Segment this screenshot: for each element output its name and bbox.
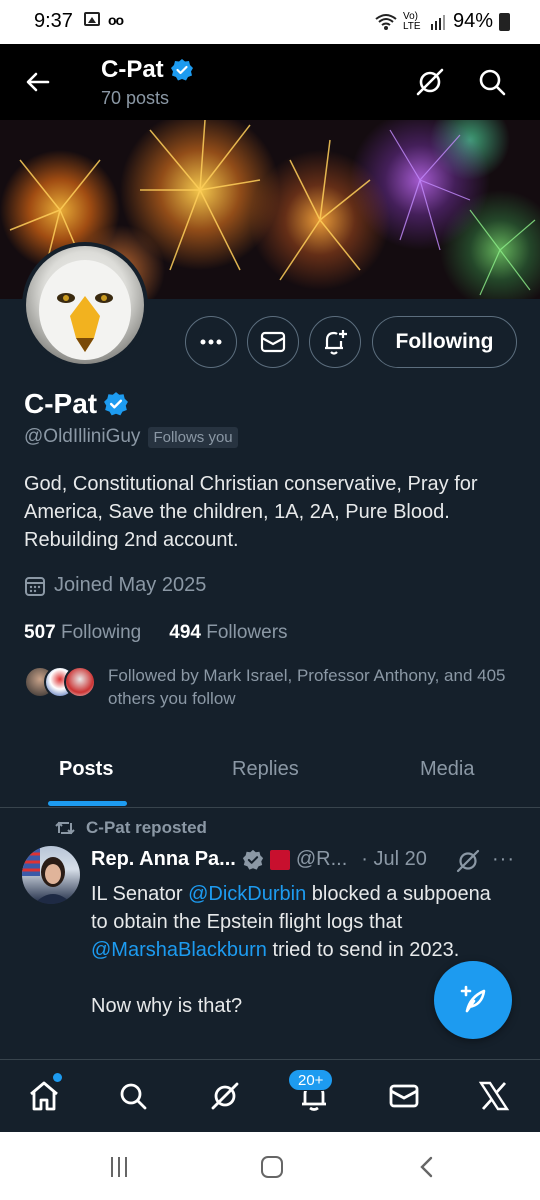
followed-by-row[interactable]: Followed by Mark Israel, Professor Antho…: [24, 664, 524, 714]
post-date: · Jul 20: [361, 848, 427, 870]
followers-count-link[interactable]: 494 Followers: [169, 622, 287, 644]
back-button[interactable]: [417, 1156, 437, 1178]
following-count: 507: [24, 622, 56, 643]
more-icon: [200, 339, 222, 345]
header-posts-count: 70 posts: [101, 88, 170, 108]
compose-post-button[interactable]: [434, 961, 512, 1039]
post-text-part: IL Senator: [91, 883, 189, 905]
profile-tabs: Posts Replies Media: [0, 740, 540, 808]
grok-icon[interactable]: [455, 848, 481, 874]
profile-handle-row: @OldIlliniGuy Follows you: [24, 426, 238, 448]
profile-avatar[interactable]: [22, 242, 148, 368]
status-notification-icons: oo: [84, 12, 124, 28]
repost-indicator: C-Pat reposted: [54, 818, 207, 838]
profile-bio: God, Constitutional Christian conservati…: [24, 473, 478, 551]
x-logo-icon[interactable]: [478, 1080, 510, 1112]
home-icon[interactable]: [28, 1080, 60, 1112]
battery-percent: 94%: [452, 10, 493, 32]
header-name: C-Pat: [101, 56, 164, 83]
gallery-icon: [84, 12, 100, 26]
wifi-icon: [375, 13, 397, 30]
follow-counts: 507 Following 494 Followers: [24, 622, 288, 644]
back-arrow-icon[interactable]: [22, 66, 54, 98]
tab-posts[interactable]: Posts: [59, 758, 113, 781]
active-tab-indicator: [48, 801, 127, 806]
followed-by-text: Followed by Mark Israel, Professor Antho…: [108, 666, 506, 708]
more-options-button[interactable]: [185, 316, 237, 368]
profile-handle: @OldIlliniGuy: [24, 426, 141, 447]
search-icon[interactable]: [117, 1080, 149, 1112]
signal-icon: [430, 14, 445, 30]
verified-badge-icon: [242, 849, 263, 870]
android-navigation-bar: [0, 1132, 540, 1200]
search-icon[interactable]: [476, 66, 508, 98]
recent-apps-button[interactable]: [111, 1157, 133, 1179]
battery-icon: [499, 12, 510, 31]
tab-media[interactable]: Media: [420, 758, 474, 781]
message-button[interactable]: [247, 316, 299, 368]
bottom-navigation: 20+: [0, 1059, 540, 1132]
affiliation-badge-icon: [269, 849, 290, 870]
status-right: Vo) LTE 94%: [375, 10, 510, 33]
profile-name: C-Pat: [24, 388, 98, 419]
repost-label: C-Pat reposted: [86, 818, 207, 837]
notifications-subscribe-button[interactable]: [309, 316, 361, 368]
post-more-button[interactable]: ···: [492, 848, 515, 871]
compose-icon: [460, 985, 486, 1013]
status-bar: 9:37 oo Vo) LTE 94%: [0, 0, 540, 44]
follows-you-badge: Follows you: [148, 426, 238, 448]
joined-date: Joined May 2025: [54, 574, 207, 596]
followers-count: 494: [169, 622, 201, 643]
following-button[interactable]: Following: [372, 316, 517, 368]
post-author-avatar[interactable]: [22, 846, 80, 904]
eagle-avatar-image: [26, 246, 144, 364]
header-title: C-Pat: [101, 56, 194, 84]
followers-label: Followers: [206, 622, 288, 643]
post-author-handle: @R...: [295, 848, 348, 870]
follower-avatar: [64, 666, 96, 698]
home-button[interactable]: [261, 1156, 283, 1178]
mention-link[interactable]: @MarshaBlackburn: [91, 939, 267, 961]
grok-icon[interactable]: [209, 1080, 241, 1112]
following-count-link[interactable]: 507 Following: [24, 622, 141, 644]
mail-icon: [260, 331, 286, 353]
mention-link[interactable]: @DickDurbin: [188, 883, 306, 905]
network-label: Vo) LTE: [402, 10, 421, 32]
grok-icon[interactable]: [414, 66, 446, 98]
bell-plus-icon: [325, 330, 347, 355]
home-unread-dot: [53, 1073, 62, 1082]
voicemail-icon: oo: [108, 12, 124, 28]
status-time: 9:37: [34, 10, 73, 32]
verified-badge-icon: [104, 392, 129, 416]
profile-name-row: C-Pat: [24, 388, 129, 420]
repost-icon: [55, 821, 75, 835]
tab-replies[interactable]: Replies: [232, 758, 299, 781]
following-label: Following: [60, 622, 142, 643]
verified-badge-icon: [170, 59, 193, 81]
notifications-badge: 20+: [288, 1069, 334, 1091]
post-author-name[interactable]: Rep. Anna Pa...: [91, 848, 236, 871]
profile-header-bar: C-Pat 70 posts: [0, 44, 540, 120]
calendar-icon: [25, 576, 45, 596]
mail-icon[interactable]: [388, 1080, 420, 1112]
profile-joined: Joined May 2025: [24, 574, 206, 597]
